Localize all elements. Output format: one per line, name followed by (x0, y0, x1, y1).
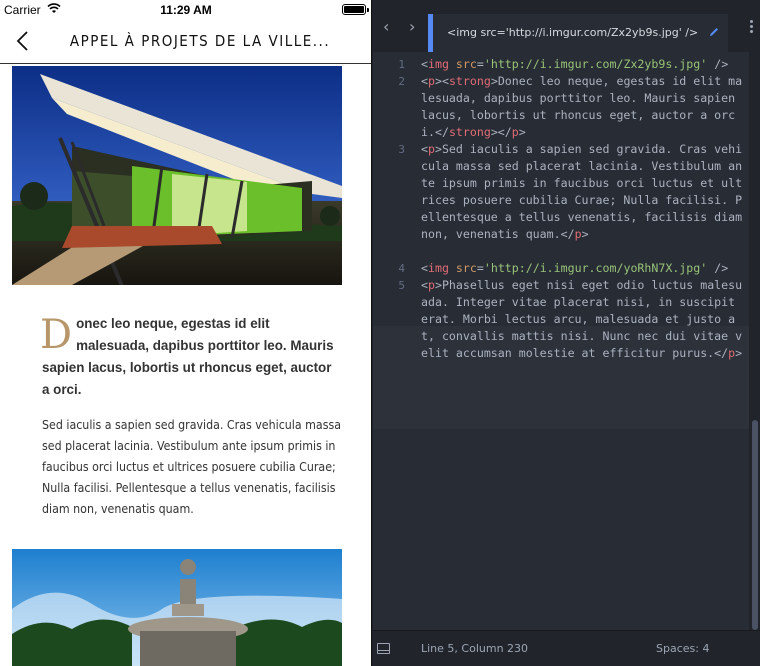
back-chevron-icon[interactable] (12, 28, 36, 54)
drop-cap: D (40, 312, 73, 358)
line-number: 1 (398, 58, 405, 71)
code-line-5: <p>Phasellus eget nisi eget odio luctus … (421, 278, 743, 360)
building-photo (12, 66, 342, 285)
lead-paragraph: Donec leo neque, egestas id elit malesua… (40, 312, 342, 401)
more-options-icon[interactable] (748, 20, 754, 36)
clock: 11:29 AM (160, 3, 212, 17)
lead-text: onec leo neque, egestas id elit malesuad… (42, 316, 334, 397)
line-number: 4 (398, 262, 405, 275)
tab-active[interactable]: <img src='http://i.imgur.com/Zx2yb9s.jpg… (428, 14, 728, 52)
code-line-1: <img src='http://i.imgur.com/Zx2yb9s.jpg… (421, 57, 729, 71)
toggle-panel-icon[interactable] (377, 643, 390, 654)
navigation-bar: APPEL À PROJETS DE LA VILLE... (0, 20, 371, 64)
indentation-setting[interactable]: Spaces: 4 (656, 642, 709, 655)
page-title: APPEL À PROJETS DE LA VILLE... (69, 32, 331, 50)
line-number: 3 (398, 143, 405, 156)
editor-status-bar: Line 5, Column 230 Spaces: 4 (373, 630, 760, 666)
edit-pencil-icon[interactable] (708, 26, 720, 38)
code-line-2: <p><strong>Donec leo neque, egestas id e… (421, 74, 743, 139)
back-arrow-icon[interactable]: ‹ (383, 19, 395, 35)
scrollbar-thumb[interactable] (752, 420, 758, 630)
code-line-3: <p>Sed iaculis a sapien sed gravida. Cra… (421, 142, 750, 241)
code-editor: ‹ › <img src='http://i.imgur.com/Zx2yb9s… (373, 0, 760, 666)
line-number: 2 (398, 75, 405, 88)
code-line-4: <img src='http://i.imgur.com/yoRhN7X.jpg… (421, 261, 729, 275)
ios-status-bar: Carrier 11:29 AM (0, 0, 371, 20)
tab-label: <img src='http://i.imgur.com/Zx2yb9s.jpg… (447, 26, 699, 39)
forward-arrow-icon[interactable]: › (409, 19, 421, 35)
battery-icon (342, 4, 369, 15)
vertical-scrollbar[interactable] (749, 52, 760, 630)
code-area[interactable]: 1 2 3 4 5 <img src='http://i.imgur.com/Z… (373, 52, 749, 630)
cursor-position[interactable]: Line 5, Column 230 (421, 642, 528, 655)
body-paragraph: Sed iaculis a sapien sed gravida. Cras v… (42, 418, 342, 516)
line-number: 5 (398, 279, 405, 292)
article-body: Donec leo neque, egestas id elit malesua… (40, 312, 342, 520)
phone-preview: Carrier 11:29 AM APPEL À PROJETS DE LA V… (0, 0, 372, 666)
fountain-photo (12, 549, 342, 666)
editor-tab-bar: ‹ › <img src='http://i.imgur.com/Zx2yb9s… (373, 0, 760, 52)
